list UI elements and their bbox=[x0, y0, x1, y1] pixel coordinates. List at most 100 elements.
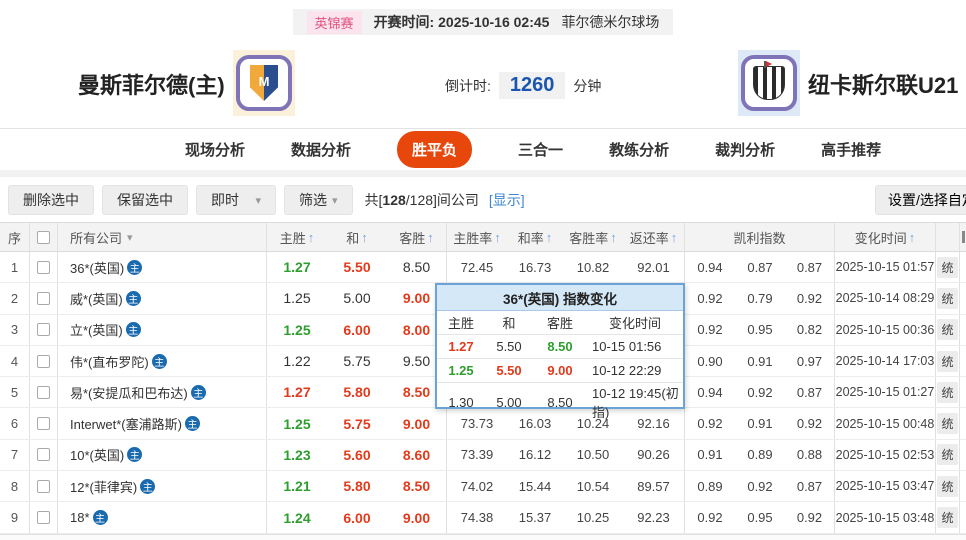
action-cell: 统 bbox=[936, 439, 960, 471]
away-rate: 10.25 bbox=[576, 510, 610, 526]
action-cell: 统 bbox=[936, 345, 960, 377]
action-cell: 统 bbox=[936, 252, 960, 283]
draw-rate: 15.37 bbox=[518, 510, 552, 526]
header-home-rate[interactable]: 主胜率 ↑ bbox=[447, 223, 507, 251]
tab-referee-analysis[interactable]: 裁判分析 bbox=[715, 139, 775, 160]
delete-selected-button[interactable]: 删除选中 bbox=[8, 185, 94, 215]
popup-home-odds: 1.27 bbox=[448, 339, 474, 354]
row-checkbox[interactable] bbox=[37, 479, 50, 493]
kelly-1: 0.94 bbox=[697, 384, 723, 400]
tab-data-analysis[interactable]: 数据分析 bbox=[291, 139, 351, 160]
company-cell[interactable]: 威*(英国) 主 bbox=[58, 283, 267, 314]
home-mark-icon: 主 bbox=[125, 322, 141, 338]
header-company[interactable]: 所有公司 ▾ bbox=[58, 223, 267, 251]
draw-rate: 15.44 bbox=[518, 478, 552, 494]
return-rate: 92.01 bbox=[623, 252, 685, 283]
row-checkbox[interactable] bbox=[37, 354, 50, 368]
sort-up-icon: ↑ bbox=[670, 229, 678, 245]
header-draw-rate[interactable]: 和率 ↑ bbox=[507, 223, 563, 251]
stats-button[interactable]: 统 bbox=[937, 256, 958, 278]
tab-win-draw-lose[interactable]: 胜平负 bbox=[397, 131, 473, 168]
action-cell: 统 bbox=[936, 502, 960, 533]
kelly-3: 0.92 bbox=[785, 283, 835, 314]
company-cell[interactable]: 18* 主 bbox=[58, 502, 267, 533]
keep-selected-button[interactable]: 保留选中 bbox=[102, 185, 188, 215]
header-kelly: 凯利指数 bbox=[685, 223, 835, 251]
countdown-unit: 分钟 bbox=[573, 77, 602, 94]
sort-up-icon: ↑ bbox=[545, 229, 553, 245]
stats-button[interactable]: 统 bbox=[937, 319, 958, 341]
row-seq: 6 bbox=[0, 408, 30, 439]
row-check-cell bbox=[30, 471, 58, 502]
change-time: 2025-10-15 03:48 bbox=[835, 502, 936, 533]
stats-button[interactable]: 统 bbox=[937, 287, 958, 309]
stats-button[interactable]: 统 bbox=[937, 350, 958, 372]
home-rate: 73.73 bbox=[460, 416, 494, 432]
analysis-nav: 现场分析 数据分析 胜平负 三合一 教练分析 裁判分析 高手推荐 bbox=[0, 128, 966, 170]
company-cell[interactable]: 12*(菲律宾) 主 bbox=[58, 471, 267, 502]
edge-cell bbox=[960, 252, 966, 282]
kickoff-label: 开赛时间: bbox=[373, 14, 435, 30]
header-change-time[interactable]: 变化时间 ↑ bbox=[835, 223, 936, 251]
company-cell[interactable]: Interwet*(塞浦路斯) 主 bbox=[58, 408, 267, 439]
stats-button[interactable]: 统 bbox=[937, 507, 958, 529]
stats-button[interactable]: 统 bbox=[937, 444, 958, 466]
company-cell[interactable]: 易*(安提瓜和巴布达) 主 bbox=[58, 377, 267, 408]
league-badge: 英锦赛 bbox=[306, 10, 362, 34]
filter-dropdown[interactable]: 筛选 ▾ bbox=[284, 185, 353, 215]
company-cell[interactable]: 立*(英国) 主 bbox=[58, 314, 267, 345]
kelly-2: 0.89 bbox=[747, 447, 773, 463]
chevron-down-icon: ▾ bbox=[127, 231, 133, 244]
header-company-label: 所有公司 bbox=[70, 230, 123, 246]
live-odds-dropdown[interactable]: 即时 ▾ bbox=[196, 185, 276, 215]
table-header-row: 序 所有公司 ▾ 主胜 ↑ 和 ↑ 客胜 ↑ 主胜率 ↑ 和率 ↑ 客胜率 ↑ … bbox=[0, 222, 966, 252]
kickoff-value: 2025-10-16 02:45 bbox=[438, 14, 550, 30]
kelly-3: 0.92 bbox=[785, 408, 835, 439]
row-checkbox[interactable] bbox=[37, 291, 50, 305]
settings-button[interactable]: 设置/选择自定 bbox=[875, 185, 966, 215]
change-time: 2025-10-15 01:27 bbox=[835, 377, 936, 408]
home-mark-icon: 主 bbox=[127, 259, 143, 275]
home-team-name: 曼斯菲尔德(主) bbox=[78, 73, 225, 98]
company-cell[interactable]: 伟*(直布罗陀) 主 bbox=[58, 345, 267, 377]
change-time: 2025-10-15 02:53 bbox=[835, 439, 936, 471]
away-rate: 10.54 bbox=[576, 478, 610, 494]
row-checkbox[interactable] bbox=[37, 448, 50, 462]
header-draw-odds[interactable]: 和 ↑ bbox=[327, 223, 387, 251]
action-cell: 统 bbox=[936, 408, 960, 439]
popup-away-odds: 8.50 bbox=[547, 339, 573, 354]
tab-three-in-one[interactable]: 三合一 bbox=[518, 139, 563, 160]
change-time: 2025-10-15 01:57 bbox=[835, 252, 936, 283]
header-draw-rate-label: 和率 bbox=[517, 230, 544, 246]
kickoff-time: 开赛时间: 2025-10-16 02:45 bbox=[374, 12, 550, 32]
kelly-1: 0.92 bbox=[697, 322, 723, 338]
tab-live-analysis[interactable]: 现场分析 bbox=[185, 139, 245, 160]
tab-expert-picks[interactable]: 高手推荐 bbox=[821, 139, 881, 160]
tab-coach-analysis[interactable]: 教练分析 bbox=[609, 139, 669, 160]
row-checkbox[interactable] bbox=[37, 511, 50, 525]
row-checkbox[interactable] bbox=[37, 385, 50, 399]
draw-odds: 5.60 bbox=[343, 446, 371, 463]
stats-button[interactable]: 统 bbox=[937, 381, 958, 403]
header-return-rate[interactable]: 返还率 ↑ bbox=[623, 223, 685, 251]
show-link[interactable]: [显示] bbox=[489, 192, 525, 208]
select-all-checkbox[interactable] bbox=[37, 230, 50, 244]
stats-button[interactable]: 统 bbox=[937, 475, 958, 497]
company-cell[interactable]: 36*(英国) 主 bbox=[58, 252, 267, 283]
row-checkbox[interactable] bbox=[37, 323, 50, 337]
away-team-badge bbox=[738, 50, 800, 116]
stats-button[interactable]: 统 bbox=[937, 413, 958, 435]
row-seq: 8 bbox=[0, 471, 30, 502]
header-home-odds[interactable]: 主胜 ↑ bbox=[267, 223, 327, 251]
row-checkbox[interactable] bbox=[37, 260, 50, 274]
company-cell[interactable]: 10*(英国) 主 bbox=[58, 439, 267, 471]
header-away-rate[interactable]: 客胜率 ↑ bbox=[563, 223, 623, 251]
change-time: 2025-10-14 17:03 bbox=[835, 345, 936, 377]
row-checkbox[interactable] bbox=[37, 417, 50, 431]
row-check-cell bbox=[30, 252, 58, 283]
company-name: 36*(英国) bbox=[70, 260, 125, 276]
home-mark-icon: 主 bbox=[184, 416, 200, 432]
change-time: 2025-10-15 03:47 bbox=[835, 471, 936, 502]
header-away-odds[interactable]: 客胜 ↑ bbox=[387, 223, 447, 251]
popup-body: 1.27 5.50 8.50 10-15 01:56 1.25 5.50 9.00 10-12… bbox=[437, 335, 683, 420]
